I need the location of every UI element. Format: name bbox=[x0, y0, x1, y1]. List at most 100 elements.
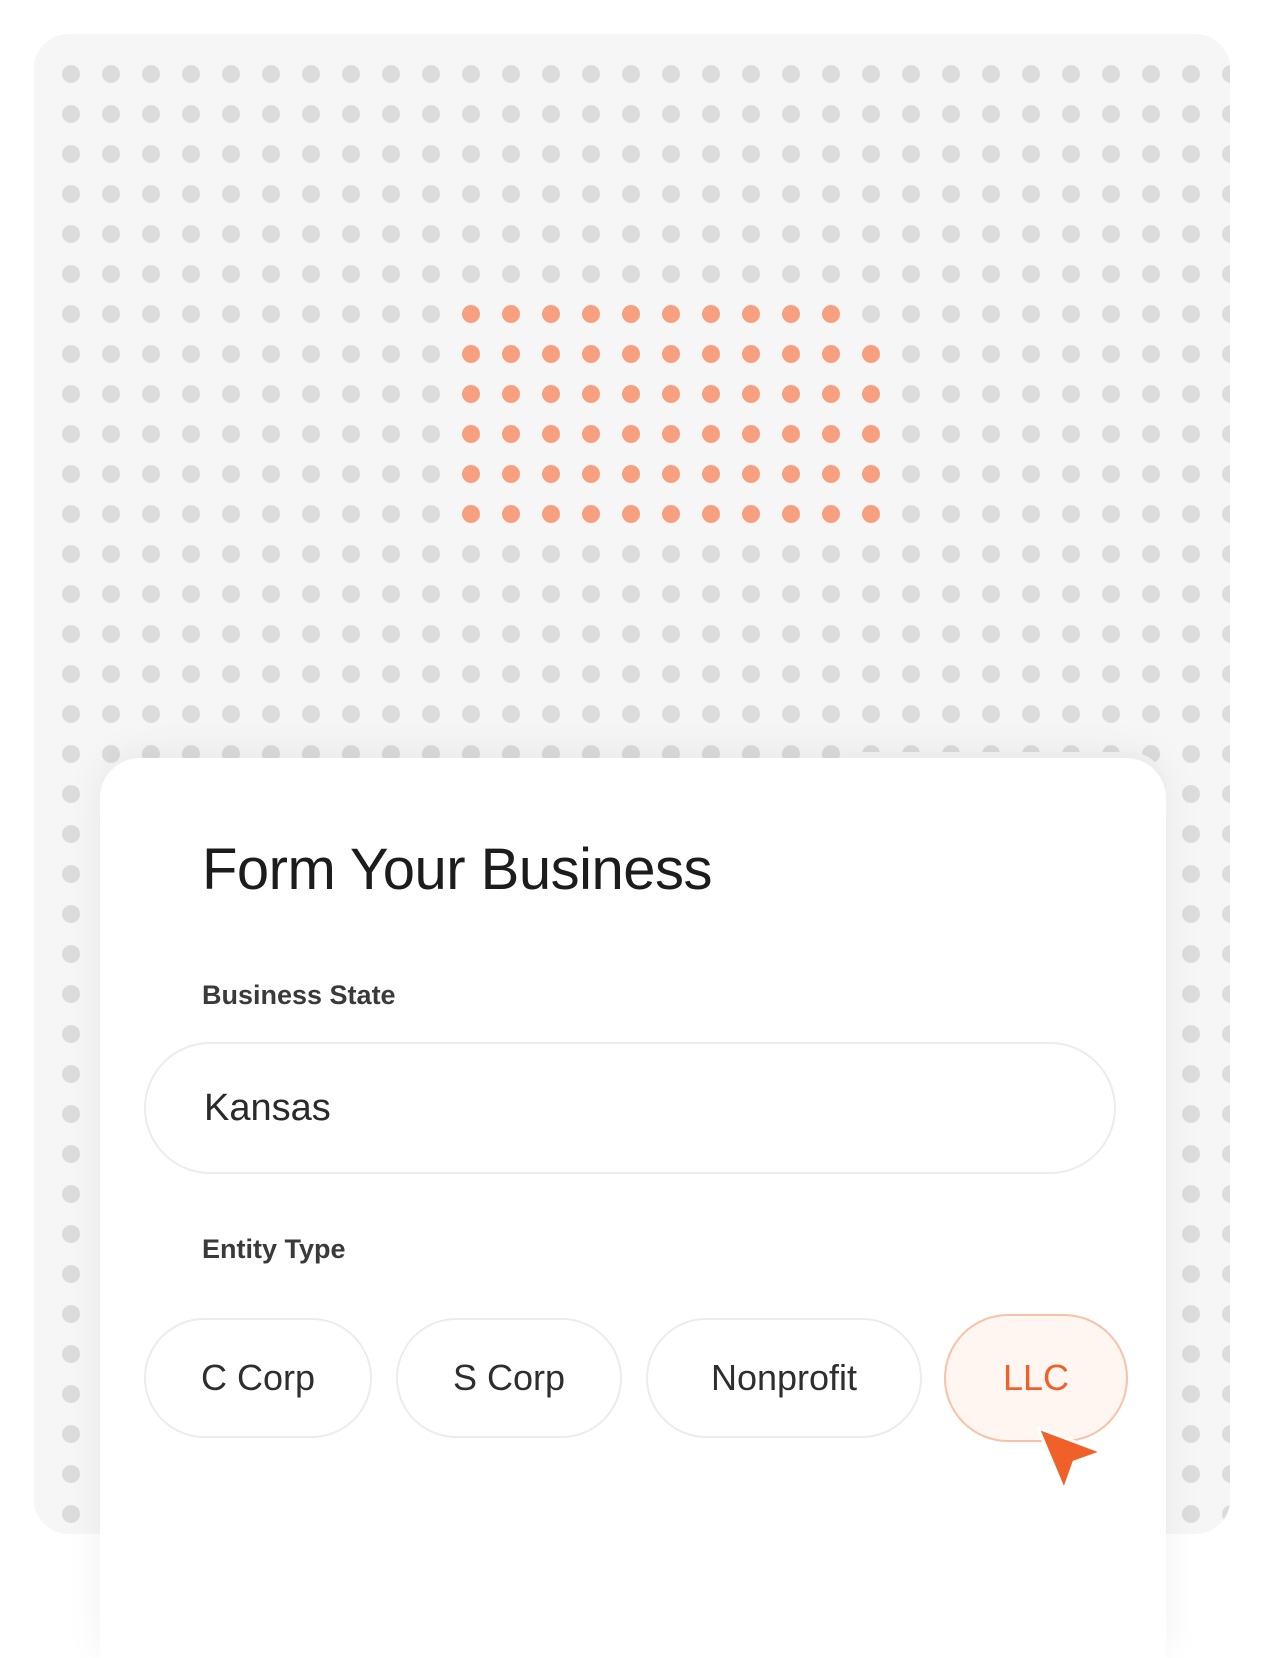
grid-dot bbox=[1222, 425, 1230, 443]
grid-dot bbox=[502, 705, 520, 723]
grid-dot bbox=[1182, 905, 1200, 923]
grid-dot bbox=[982, 185, 1000, 203]
grid-dot bbox=[422, 505, 440, 523]
grid-dot bbox=[1182, 1305, 1200, 1323]
grid-dot bbox=[1022, 145, 1040, 163]
highlight-dot bbox=[462, 465, 480, 483]
grid-dot bbox=[902, 705, 920, 723]
highlight-dot bbox=[582, 505, 600, 523]
grid-dot bbox=[942, 665, 960, 683]
grid-dot bbox=[1182, 825, 1200, 843]
grid-dot bbox=[742, 665, 760, 683]
grid-dot bbox=[542, 145, 560, 163]
grid-dot bbox=[782, 65, 800, 83]
grid-dot bbox=[62, 545, 80, 563]
highlight-dot bbox=[862, 425, 880, 443]
grid-dot bbox=[62, 905, 80, 923]
entity-option-nonprofit[interactable]: Nonprofit bbox=[646, 1318, 922, 1438]
grid-dot bbox=[62, 785, 80, 803]
grid-dot bbox=[1062, 65, 1080, 83]
grid-dot bbox=[1182, 465, 1200, 483]
grid-dot bbox=[582, 65, 600, 83]
grid-dot bbox=[982, 585, 1000, 603]
grid-dot bbox=[942, 465, 960, 483]
grid-dot bbox=[342, 705, 360, 723]
grid-dot bbox=[1182, 65, 1200, 83]
highlight-dot bbox=[502, 345, 520, 363]
grid-dot bbox=[1222, 225, 1230, 243]
grid-dot bbox=[1182, 1385, 1200, 1403]
grid-dot bbox=[142, 545, 160, 563]
grid-dot bbox=[182, 185, 200, 203]
grid-dot bbox=[702, 665, 720, 683]
grid-dot bbox=[182, 625, 200, 643]
grid-dot bbox=[382, 105, 400, 123]
grid-dot bbox=[742, 225, 760, 243]
grid-dot bbox=[62, 425, 80, 443]
grid-dot bbox=[382, 665, 400, 683]
highlight-dot bbox=[542, 385, 560, 403]
grid-dot bbox=[982, 225, 1000, 243]
grid-dot bbox=[462, 625, 480, 643]
grid-dot bbox=[142, 265, 160, 283]
grid-dot bbox=[182, 545, 200, 563]
grid-dot bbox=[582, 145, 600, 163]
grid-dot bbox=[902, 305, 920, 323]
grid-dot bbox=[302, 225, 320, 243]
highlight-dot bbox=[702, 345, 720, 363]
grid-dot bbox=[822, 705, 840, 723]
grid-dot bbox=[102, 265, 120, 283]
grid-dot bbox=[62, 105, 80, 123]
grid-dot bbox=[102, 225, 120, 243]
grid-dot bbox=[702, 545, 720, 563]
grid-dot bbox=[62, 1425, 80, 1443]
grid-dot bbox=[1182, 1025, 1200, 1043]
grid-dot bbox=[502, 265, 520, 283]
grid-dot bbox=[982, 705, 1000, 723]
grid-dot bbox=[1022, 185, 1040, 203]
grid-dot bbox=[142, 65, 160, 83]
grid-dot bbox=[1222, 905, 1230, 923]
grid-dot bbox=[262, 105, 280, 123]
grid-dot bbox=[1222, 1465, 1230, 1483]
grid-dot bbox=[942, 305, 960, 323]
grid-dot bbox=[622, 625, 640, 643]
grid-dot bbox=[542, 585, 560, 603]
grid-dot bbox=[182, 105, 200, 123]
grid-dot bbox=[62, 705, 80, 723]
grid-dot bbox=[142, 705, 160, 723]
grid-dot bbox=[62, 345, 80, 363]
grid-dot bbox=[62, 985, 80, 1003]
grid-dot bbox=[1062, 625, 1080, 643]
business-state-input[interactable]: Kansas bbox=[144, 1042, 1116, 1174]
grid-dot bbox=[1142, 105, 1160, 123]
grid-dot bbox=[1022, 625, 1040, 643]
entity-option-c-corp[interactable]: C Corp bbox=[144, 1318, 372, 1438]
grid-dot bbox=[222, 505, 240, 523]
highlight-dot bbox=[862, 385, 880, 403]
grid-dot bbox=[1062, 465, 1080, 483]
grid-dot bbox=[1062, 345, 1080, 363]
highlight-dot bbox=[662, 505, 680, 523]
grid-dot bbox=[222, 465, 240, 483]
grid-dot bbox=[62, 1305, 80, 1323]
highlight-dot bbox=[502, 385, 520, 403]
grid-dot bbox=[502, 185, 520, 203]
grid-dot bbox=[502, 665, 520, 683]
grid-dot bbox=[302, 185, 320, 203]
grid-dot bbox=[422, 65, 440, 83]
highlight-dot bbox=[702, 425, 720, 443]
grid-dot bbox=[1102, 145, 1120, 163]
entity-option-s-corp[interactable]: S Corp bbox=[396, 1318, 622, 1438]
grid-dot bbox=[662, 625, 680, 643]
grid-dot bbox=[582, 705, 600, 723]
grid-dot bbox=[662, 185, 680, 203]
grid-dot bbox=[1102, 545, 1120, 563]
grid-dot bbox=[422, 545, 440, 563]
grid-dot bbox=[822, 145, 840, 163]
grid-dot bbox=[1142, 505, 1160, 523]
grid-dot bbox=[902, 625, 920, 643]
grid-dot bbox=[862, 145, 880, 163]
grid-dot bbox=[502, 145, 520, 163]
grid-dot bbox=[902, 665, 920, 683]
